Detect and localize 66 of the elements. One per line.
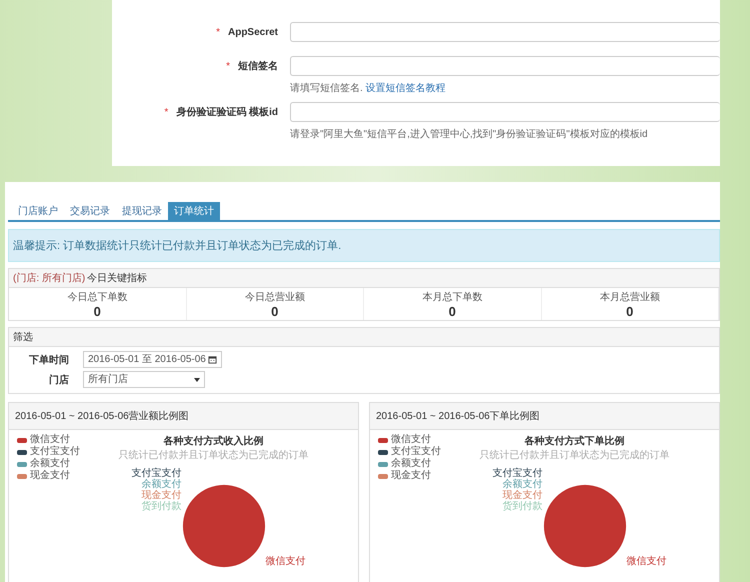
calendar-icon — [208, 355, 217, 364]
legend-label: 现金支付 — [30, 470, 70, 482]
legend-label: 现金支付 — [391, 470, 431, 482]
text-field[interactable] — [290, 22, 720, 42]
tutorial-link[interactable]: 设置短信签名教程 — [366, 83, 446, 94]
chart-subtitle: 只统计已付款并且订单状态为已完成的订单 — [480, 448, 670, 462]
text-field[interactable] — [290, 56, 720, 76]
slice-label: 支付宝支付 — [132, 468, 182, 479]
slice-label: 支付宝支付 — [492, 468, 542, 479]
hint-text: 请填写短信签名. — [290, 83, 364, 94]
legend-swatch[interactable] — [17, 462, 27, 466]
legend-swatch[interactable] — [378, 438, 388, 442]
legend-label: 微信支付 — [30, 434, 70, 446]
filter-label: 门店 — [48, 373, 69, 386]
legend-label: 微信支付 — [391, 434, 431, 446]
legend-swatch[interactable] — [378, 450, 388, 454]
legend-swatch[interactable] — [17, 450, 27, 454]
slice-label: 货到付款 — [142, 501, 182, 512]
legend-swatch[interactable] — [17, 438, 27, 442]
tab[interactable]: 订单统计 — [168, 202, 220, 220]
panel-title: 筛选 — [13, 332, 33, 343]
legend-label: 支付宝支付 — [391, 446, 441, 458]
legend-swatch[interactable] — [17, 474, 27, 478]
slice-label: 货到付款 — [502, 501, 542, 512]
store-tag: (门店: 所有门店) — [13, 273, 86, 284]
tab[interactable]: 交易记录 — [64, 202, 116, 220]
required-mark: * — [216, 26, 220, 38]
stat-value: 0 — [270, 304, 280, 319]
tab[interactable]: 门店账户 — [12, 202, 64, 220]
text-field[interactable] — [290, 102, 720, 122]
field-label: AppSecret — [228, 26, 278, 38]
stat-label: 今日总营业额 — [244, 290, 306, 304]
legend-label: 支付宝支付 — [30, 446, 80, 458]
hint-text: 请登录"阿里大鱼"短信平台,进入管理中心,找到"身份验证验证码"模板对应的模板id — [290, 129, 648, 140]
stat-label: 本月总营业额 — [598, 290, 661, 304]
stat-label: 本月总下单数 — [421, 290, 484, 304]
alert-message: 温馨提示: 订单数据统计只统计已付款并且订单状态为已完成的订单. — [8, 229, 720, 262]
chart-title: 各种支付方式下单比例 — [524, 434, 624, 448]
slice-label: 微信支付 — [626, 554, 666, 568]
panel-title: 今日关键指标 — [87, 273, 148, 284]
required-mark: * — [164, 107, 168, 118]
stat-value: 0 — [92, 304, 102, 319]
slice-label: 现金支付 — [142, 490, 182, 501]
stat-value: 0 — [625, 304, 634, 319]
stat-label: 今日总下单数 — [66, 290, 128, 304]
legend-swatch[interactable] — [378, 462, 388, 466]
slice-label: 余额支付 — [142, 479, 182, 490]
slice-label: 余额支付 — [502, 479, 542, 490]
legend-label: 余额支付 — [391, 458, 431, 470]
filter-label: 下单时间 — [28, 354, 69, 366]
store-dropdown[interactable]: 所有门店 — [83, 371, 205, 388]
slice-label: 微信支付 — [266, 554, 306, 568]
panel-title: 2016-05-01 ~ 2016-05-06下单比例图 — [376, 411, 540, 422]
slice-label: 现金支付 — [502, 490, 542, 501]
stat-value: 0 — [448, 304, 457, 319]
panel-title: 2016-05-01 ~ 2016-05-06营业额比例图 — [15, 411, 189, 422]
chart-title: 各种支付方式收入比例 — [164, 434, 264, 448]
required-mark: * — [226, 61, 230, 72]
legend-swatch[interactable] — [378, 474, 388, 478]
field-label: 身份验证验证码 模板id — [176, 107, 278, 118]
caret-icon — [194, 378, 200, 382]
legend-label: 余额支付 — [30, 458, 70, 470]
chart-subtitle: 只统计已付款并且订单状态为已完成的订单 — [118, 448, 308, 462]
field-label: 短信签名 — [238, 61, 278, 72]
tab[interactable]: 提现记录 — [116, 202, 168, 220]
date-range-field[interactable]: 2016-05-01 至 2016-05-06 — [83, 351, 222, 368]
